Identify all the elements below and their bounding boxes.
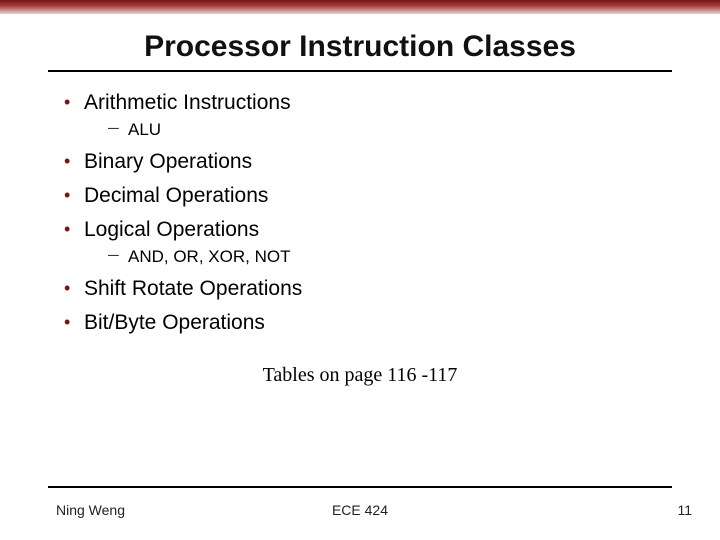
sub-bullet-text: ALU: [128, 120, 161, 139]
bullet-text: Arithmetic Instructions: [84, 91, 291, 114]
bullet-item: Arithmetic Instructions ALU: [60, 90, 660, 141]
bullet-item: Binary Operations: [60, 149, 660, 175]
bullet-text: Binary Operations: [84, 150, 252, 173]
content-area: Arithmetic Instructions ALU Binary Opera…: [0, 90, 720, 387]
slide: Processor Instruction Classes Arithmetic…: [0, 0, 720, 540]
bullet-item: Logical Operations AND, OR, XOR, NOT: [60, 217, 660, 268]
top-bar: [0, 0, 720, 14]
slide-title: Processor Instruction Classes: [0, 30, 720, 64]
bullet-item: Bit/Byte Operations: [60, 310, 660, 336]
bullet-text: Shift Rotate Operations: [84, 277, 302, 300]
footer-course: ECE 424: [0, 502, 720, 518]
footer: Ning Weng ECE 424 11: [0, 502, 720, 526]
bullet-text: Decimal Operations: [84, 184, 268, 207]
sub-bullet-text: AND, OR, XOR, NOT: [128, 247, 290, 266]
note-text: Tables on page 116 -117: [60, 364, 660, 387]
sub-bullet-item: AND, OR, XOR, NOT: [84, 247, 660, 267]
sub-bullet-item: ALU: [84, 120, 660, 140]
bullet-text: Logical Operations: [84, 218, 259, 241]
bullet-text: Bit/Byte Operations: [84, 311, 265, 334]
sub-list: ALU: [84, 120, 660, 140]
title-rule: [48, 70, 672, 72]
footer-rule: [48, 486, 672, 488]
sub-list: AND, OR, XOR, NOT: [84, 247, 660, 267]
bullet-item: Decimal Operations: [60, 183, 660, 209]
bullet-list: Arithmetic Instructions ALU Binary Opera…: [60, 90, 660, 336]
footer-page-number: 11: [677, 502, 692, 518]
bullet-item: Shift Rotate Operations: [60, 276, 660, 302]
